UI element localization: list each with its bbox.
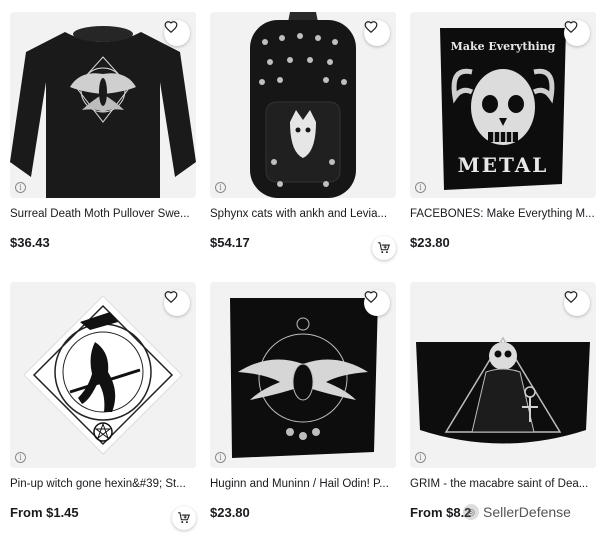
product-image[interactable]: i xyxy=(10,282,196,468)
product-card[interactable]: i Pin-up witch gone hexin&#39; St... Fro… xyxy=(10,282,196,530)
favorite-button[interactable] xyxy=(164,20,190,46)
add-to-cart-icon xyxy=(178,512,191,524)
product-image[interactable]: Make Everything METAL i xyxy=(410,12,596,198)
info-icon[interactable]: i xyxy=(215,452,226,463)
info-icon[interactable]: i xyxy=(215,182,226,193)
product-card[interactable]: i Surreal Death Moth Pullover Swe... $36… xyxy=(10,12,196,257)
product-grid: i Surreal Death Moth Pullover Swe... $36… xyxy=(10,12,598,532)
product-image[interactable]: i xyxy=(410,282,596,468)
product-image[interactable]: i xyxy=(210,282,396,468)
product-price: $23.80 xyxy=(210,505,250,520)
info-icon[interactable]: i xyxy=(15,452,26,463)
add-to-cart-icon xyxy=(378,242,391,254)
favorite-button[interactable] xyxy=(364,20,390,46)
add-to-cart-button[interactable] xyxy=(172,506,196,530)
heart-outline-icon xyxy=(364,291,378,304)
add-to-cart-button[interactable] xyxy=(372,236,396,260)
poster-bottom-text: METAL xyxy=(458,153,549,177)
product-price: $23.80 xyxy=(410,235,450,250)
product-card[interactable]: i GRIM - the macabre saint of Dea... Fro… xyxy=(410,282,596,527)
product-title[interactable]: Pin-up witch gone hexin&#39; St... xyxy=(10,478,196,490)
product-price: $54.17 xyxy=(210,235,250,250)
product-title[interactable]: GRIM - the macabre saint of Dea... xyxy=(410,478,596,490)
heart-outline-icon xyxy=(164,291,178,304)
product-price: From $1.45 xyxy=(10,505,79,520)
product-card[interactable]: i Sphynx cats with ankh and Levia... $54… xyxy=(210,12,396,260)
product-title[interactable]: FACEBONES: Make Everything M... xyxy=(410,208,596,220)
product-card[interactable]: i Huginn and Muninn / Hail Odin! P... $2… xyxy=(210,282,396,527)
wechat-icon: ◎ xyxy=(463,504,479,520)
poster-top-text: Make Everything xyxy=(451,40,556,53)
heart-outline-icon xyxy=(364,21,378,34)
heart-outline-icon xyxy=(564,21,578,34)
favorite-button[interactable] xyxy=(564,290,590,316)
info-icon[interactable]: i xyxy=(415,452,426,463)
favorite-button[interactable] xyxy=(164,290,190,316)
product-image[interactable]: i xyxy=(10,12,196,198)
product-image[interactable]: i xyxy=(210,12,396,198)
favorite-button[interactable] xyxy=(564,20,590,46)
product-title[interactable]: Sphynx cats with ankh and Levia... xyxy=(210,208,396,220)
watermark-text: SellerDefense xyxy=(483,504,571,520)
watermark: ◎ SellerDefense xyxy=(463,504,571,520)
product-price: $36.43 xyxy=(10,235,50,250)
heart-outline-icon xyxy=(564,291,578,304)
product-title[interactable]: Surreal Death Moth Pullover Swe... xyxy=(10,208,196,220)
product-card[interactable]: Make Everything METAL i FACEBONES: Make … xyxy=(410,12,596,257)
heart-outline-icon xyxy=(164,21,178,34)
info-icon[interactable]: i xyxy=(415,182,426,193)
favorite-button[interactable] xyxy=(364,290,390,316)
info-icon[interactable]: i xyxy=(15,182,26,193)
product-title[interactable]: Huginn and Muninn / Hail Odin! P... xyxy=(210,478,396,490)
